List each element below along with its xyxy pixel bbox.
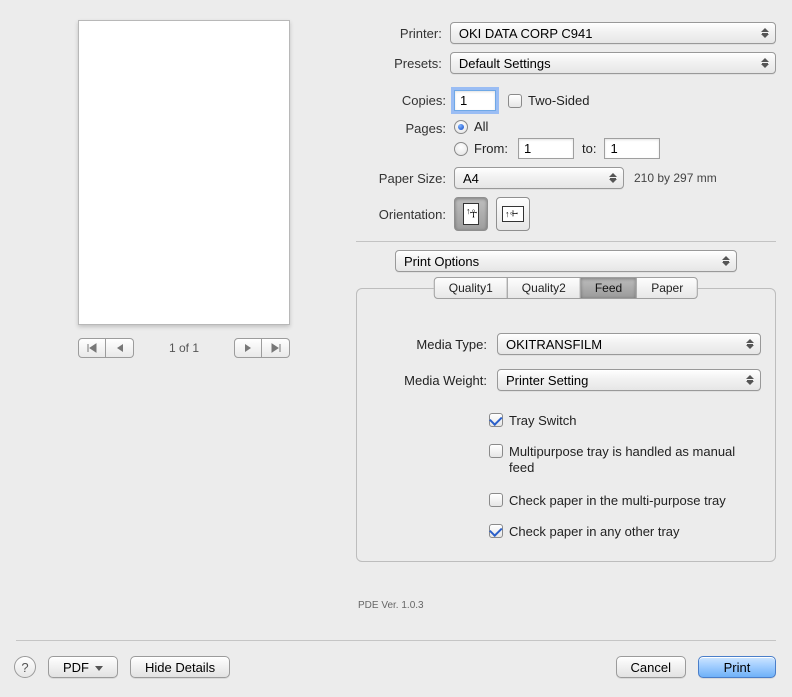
pages-from-input[interactable] [518,138,574,159]
check-mp-tray-label: Check paper in the multi-purpose tray [509,493,726,508]
tray-switch-checkbox[interactable] [489,413,503,427]
first-page-button[interactable] [78,338,106,358]
tab-paper[interactable]: Paper [636,277,698,299]
next-page-button[interactable] [234,338,262,358]
tab-feed[interactable]: Feed [580,277,637,299]
preview-nav: 1 of 1 [78,338,290,358]
options-tabs: Quality1 Quality2 Feed Paper [434,277,698,299]
pages-from-label: From: [474,141,518,156]
print-options-panel: Quality1 Quality2 Feed Paper Media Type:… [356,288,776,562]
section-selected-value: Print Options [404,254,479,269]
paper-size-dimensions: 210 by 297 mm [634,171,717,185]
print-preview-page [78,20,290,325]
pages-all-radio[interactable] [454,120,468,134]
pages-label: Pages: [356,119,446,136]
divider [356,241,776,242]
pages-all-label: All [474,119,488,134]
check-other-tray-label: Check paper in any other tray [509,524,680,539]
paper-size-label: Paper Size: [356,171,446,186]
divider [16,640,776,641]
help-button[interactable]: ? [14,656,36,678]
cancel-button[interactable]: Cancel [616,656,686,678]
check-other-tray-checkbox[interactable] [489,524,503,538]
copies-label: Copies: [356,93,446,108]
paper-size-selected-value: A4 [463,171,479,186]
media-weight-label: Media Weight: [371,373,487,388]
tab-quality2[interactable]: Quality2 [507,277,581,299]
media-type-label: Media Type: [371,337,487,352]
pages-to-label: to: [582,141,596,156]
two-sided-checkbox[interactable] [508,94,522,108]
tab-quality1[interactable]: Quality1 [434,277,508,299]
hide-details-button[interactable]: Hide Details [130,656,230,678]
two-sided-label: Two-Sided [528,93,589,108]
preview-next-last-group [234,338,290,358]
media-type-select[interactable]: OKITRANSFILM [497,333,761,355]
orientation-label: Orientation: [356,207,446,222]
print-panel-section-select[interactable]: Print Options [395,250,737,272]
pages-from-radio[interactable] [454,142,468,156]
presets-label: Presets: [356,56,442,71]
check-mp-tray-checkbox[interactable] [489,493,503,507]
dialog-footer: ? PDF Hide Details Cancel Print [14,656,776,678]
page-indicator: 1 of 1 [169,341,199,355]
question-icon: ? [21,660,28,675]
presets-selected-value: Default Settings [459,56,551,71]
presets-select[interactable]: Default Settings [450,52,776,74]
mp-manual-label: Multipurpose tray is handled as manual f… [509,444,759,477]
pde-version: PDE Ver. 1.0.3 [358,600,424,611]
preview-first-prev-group [78,338,134,358]
pdf-label: PDF [63,660,89,675]
person-icon: ☥ [469,208,477,221]
person-icon: ☥ [510,210,521,217]
mp-manual-checkbox[interactable] [489,444,503,458]
tray-switch-label: Tray Switch [509,413,576,428]
media-type-value: OKITRANSFILM [506,337,602,352]
prev-page-button[interactable] [106,338,134,358]
copies-input[interactable] [454,90,496,111]
printer-selected-value: OKI DATA CORP C941 [459,26,593,41]
pages-to-input[interactable] [604,138,660,159]
orientation-portrait-button[interactable]: ↑ ☥ [454,197,488,231]
paper-size-select[interactable]: A4 [454,167,624,189]
chevron-down-icon [95,666,103,671]
orientation-landscape-button[interactable]: ↑ ☥ [496,197,530,231]
last-page-button[interactable] [262,338,290,358]
printer-select[interactable]: OKI DATA CORP C941 [450,22,776,44]
media-weight-value: Printer Setting [506,373,588,388]
print-button[interactable]: Print [698,656,776,678]
pdf-menu-button[interactable]: PDF [48,656,118,678]
media-weight-select[interactable]: Printer Setting [497,369,761,391]
printer-label: Printer: [356,26,442,41]
